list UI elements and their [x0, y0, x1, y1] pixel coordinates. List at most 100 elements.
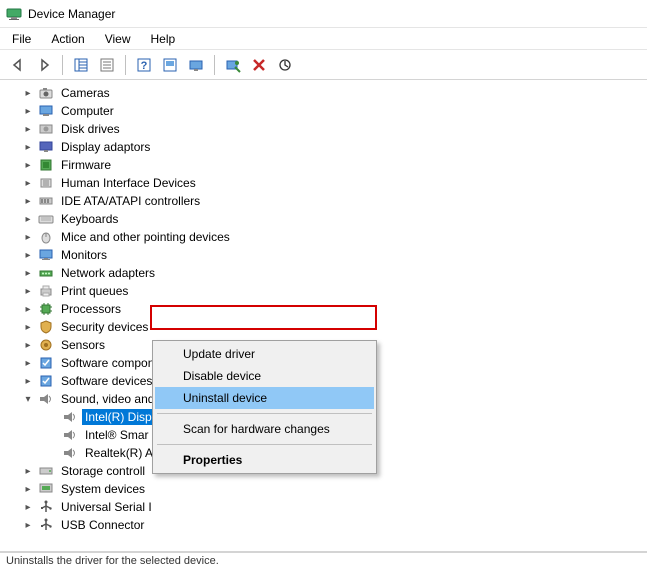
help-button[interactable]: ? — [132, 53, 156, 77]
spacer — [46, 411, 58, 423]
tree-label: Intel® Smar — [82, 427, 152, 443]
chevron-right-icon[interactable]: ▸ — [22, 159, 34, 171]
tree-label: Sensors — [58, 337, 108, 353]
tree-label: Monitors — [58, 247, 110, 263]
tree-label: Disk drives — [58, 121, 123, 137]
context-menu: Update driverDisable deviceUninstall dev… — [152, 340, 377, 474]
tree-category[interactable]: ▸ Universal Serial I — [2, 498, 645, 516]
chevron-right-icon[interactable]: ▸ — [22, 375, 34, 387]
tree-label: Computer — [58, 103, 117, 119]
menu-file[interactable]: File — [2, 30, 41, 48]
menubar: File Action View Help — [0, 28, 647, 50]
tree-label: System devices — [58, 481, 148, 497]
tree-label: IDE ATA/ATAPI controllers — [58, 193, 203, 209]
tree-label: Processors — [58, 301, 124, 317]
audio-icon — [62, 409, 78, 425]
chevron-right-icon[interactable]: ▸ — [22, 339, 34, 351]
chevron-right-icon[interactable]: ▸ — [22, 483, 34, 495]
tree-category[interactable]: ▸Firmware — [2, 156, 645, 174]
tree-category[interactable]: ▸USB Connector — [2, 516, 645, 534]
tree-category[interactable]: ▸ Print queues — [2, 282, 645, 300]
chevron-right-icon[interactable]: ▸ — [22, 321, 34, 333]
menu-action[interactable]: Action — [41, 30, 94, 48]
chevron-right-icon[interactable]: ▸ — [22, 195, 34, 207]
chevron-right-icon[interactable]: ▸ — [22, 501, 34, 513]
chevron-right-icon[interactable]: ▸ — [22, 357, 34, 369]
back-button[interactable] — [6, 53, 30, 77]
window-title: Device Manager — [28, 7, 115, 21]
sensor-icon — [38, 337, 54, 353]
chevron-right-icon[interactable]: ▸ — [22, 105, 34, 117]
tree-label: Security devices — [58, 319, 151, 335]
chevron-right-icon[interactable]: ▸ — [22, 267, 34, 279]
chevron-right-icon[interactable]: ▸ — [22, 231, 34, 243]
tree-category[interactable]: ▸ Security devices — [2, 318, 645, 336]
menu-view[interactable]: View — [95, 30, 141, 48]
usb-icon — [38, 499, 54, 515]
chevron-right-icon[interactable]: ▸ — [22, 87, 34, 99]
context-menu-item[interactable]: Scan for hardware changes — [155, 418, 374, 440]
status-text: Uninstalls the driver for the selected d… — [6, 555, 219, 567]
tree-category[interactable]: ▸ Monitors — [2, 246, 645, 264]
properties-button[interactable] — [95, 53, 119, 77]
chevron-down-icon[interactable]: ▾ — [22, 393, 34, 405]
tree-label: Mice and other pointing devices — [58, 229, 233, 245]
chevron-right-icon[interactable]: ▸ — [22, 465, 34, 477]
chevron-right-icon[interactable]: ▸ — [22, 213, 34, 225]
chevron-right-icon[interactable]: ▸ — [22, 303, 34, 315]
update-driver-button[interactable] — [158, 53, 182, 77]
chevron-right-icon[interactable]: ▸ — [22, 519, 34, 531]
tree-category[interactable]: ▸Cameras — [2, 84, 645, 102]
tree-category[interactable]: ▸ System devices — [2, 480, 645, 498]
context-menu-item[interactable]: Uninstall device — [155, 387, 374, 409]
tree-label: Software devices — [58, 373, 155, 389]
hid-icon — [38, 175, 54, 191]
tree-category[interactable]: ▸ Processors — [2, 300, 645, 318]
forward-button[interactable] — [32, 53, 56, 77]
system-icon — [38, 481, 54, 497]
firmware-icon — [38, 157, 54, 173]
audio-icon — [62, 445, 78, 461]
disk-icon — [38, 121, 54, 137]
toolbar-sep — [62, 55, 63, 75]
menu-help[interactable]: Help — [141, 30, 186, 48]
tree-label: Storage controll — [58, 463, 148, 479]
statusbar: Uninstalls the driver for the selected d… — [0, 552, 647, 572]
audio-icon — [38, 391, 54, 407]
show-tree-button[interactable] — [69, 53, 93, 77]
keyboard-icon — [38, 211, 54, 227]
context-menu-item[interactable]: Disable device — [155, 365, 374, 387]
cpu-icon — [38, 301, 54, 317]
tree-category[interactable]: ▸ Disk drives — [2, 120, 645, 138]
tree-category[interactable]: ▸ Mice and other pointing devices — [2, 228, 645, 246]
security-icon — [38, 319, 54, 335]
enable-device-button[interactable] — [184, 53, 208, 77]
toolbar-sep — [214, 55, 215, 75]
tree-category[interactable]: ▸ Computer — [2, 102, 645, 120]
tree-category[interactable]: ▸ IDE ATA/ATAPI controllers — [2, 192, 645, 210]
tree-label: Universal Serial I — [58, 499, 155, 515]
context-menu-item[interactable]: Update driver — [155, 343, 374, 365]
tree-category[interactable]: ▸Display adaptors — [2, 138, 645, 156]
tree-category[interactable]: ▸Network adapters — [2, 264, 645, 282]
chevron-right-icon[interactable]: ▸ — [22, 249, 34, 261]
tree-label: Print queues — [58, 283, 131, 299]
uninstall-button[interactable] — [247, 53, 271, 77]
chevron-right-icon[interactable]: ▸ — [22, 285, 34, 297]
mouse-icon — [38, 229, 54, 245]
chevron-right-icon[interactable]: ▸ — [22, 177, 34, 189]
refresh-button[interactable] — [273, 53, 297, 77]
scan-hardware-button[interactable] — [221, 53, 245, 77]
device-tree[interactable]: ▸Cameras▸Computer▸Disk drives▸Display ad… — [0, 80, 647, 552]
chevron-right-icon[interactable]: ▸ — [22, 141, 34, 153]
titlebar: Device Manager — [0, 0, 647, 28]
context-menu-item[interactable]: Properties — [155, 449, 374, 471]
tree-category[interactable]: ▸Human Interface Devices — [2, 174, 645, 192]
monitor-icon — [38, 247, 54, 263]
software-icon — [38, 355, 54, 371]
spacer — [46, 429, 58, 441]
tree-category[interactable]: ▸Keyboards — [2, 210, 645, 228]
chevron-right-icon[interactable]: ▸ — [22, 123, 34, 135]
software-icon — [38, 373, 54, 389]
toolbar: ? — [0, 50, 647, 80]
